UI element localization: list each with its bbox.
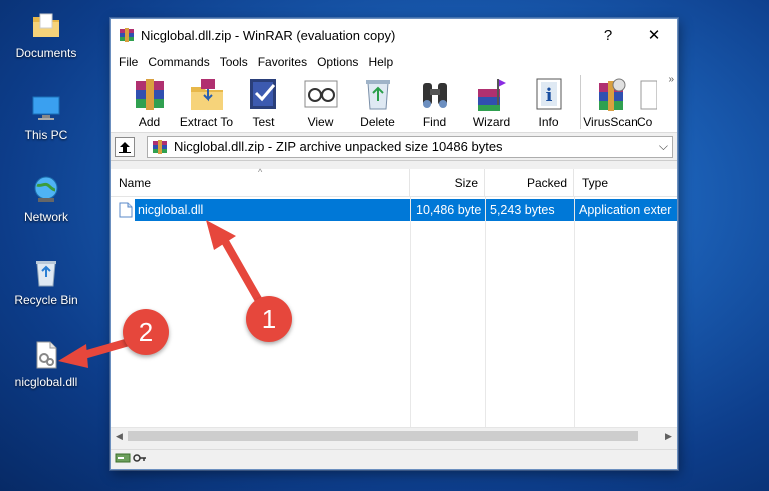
test-button[interactable]: Test <box>235 75 292 129</box>
menu-favorites[interactable]: Favorites <box>253 55 312 69</box>
file-packed-cell: 5,243 bytes <box>485 199 574 221</box>
menu-help[interactable]: Help <box>363 55 398 69</box>
extract-folder-icon <box>187 75 227 113</box>
find-button[interactable]: Find <box>406 75 463 129</box>
view-label: View <box>307 115 334 129</box>
key-icon <box>133 452 147 467</box>
view-glasses-icon <box>301 75 341 113</box>
dll-file-icon <box>30 339 62 371</box>
column-divider <box>574 197 575 427</box>
desktop-icon-label: nicglobal.dll <box>14 375 78 389</box>
table-row[interactable]: nicglobal.dll 10,486 byte 5,243 bytes Ap… <box>111 199 677 221</box>
title-bar[interactable]: Nicglobal.dll.zip - WinRAR (evaluation c… <box>111 19 677 51</box>
view-button[interactable]: View <box>292 75 349 129</box>
virusscan-label: VirusScan <box>583 115 638 129</box>
column-divider <box>410 197 411 427</box>
delete-bin-icon <box>358 75 398 113</box>
info-button[interactable]: i Info <box>520 75 577 129</box>
wizard-button[interactable]: Wizard <box>463 75 520 129</box>
column-header-size[interactable]: Size <box>410 169 485 196</box>
desktop-icon-nicglobal-dll[interactable]: nicglobal.dll <box>1 339 91 389</box>
virus-scan-icon <box>591 75 631 113</box>
file-name-text: nicglobal.dll <box>135 199 410 221</box>
desktop-icon-documents[interactable]: Documents <box>1 10 91 60</box>
find-binoculars-icon <box>415 75 455 113</box>
status-bar <box>111 449 677 469</box>
window-title: Nicglobal.dll.zip - WinRAR (evaluation c… <box>141 27 396 43</box>
column-divider <box>485 197 486 427</box>
scrollbar-track[interactable] <box>128 428 660 444</box>
find-label: Find <box>422 115 447 129</box>
desktop-icon-label: Documents <box>15 46 77 60</box>
wizard-label: Wizard <box>472 115 511 129</box>
archive-path-field[interactable]: Nicglobal.dll.zip - ZIP archive unpacked… <box>147 135 673 158</box>
file-list: ^ Name Size Packed Type nicglobal.dll 10… <box>111 167 677 427</box>
virusscan-button[interactable]: VirusScan <box>580 75 638 129</box>
comment-label: Co <box>637 115 653 129</box>
up-arrow-icon <box>119 141 131 153</box>
computer-icon <box>30 92 62 124</box>
column-header-packed[interactable]: Packed <box>485 169 574 196</box>
desktop-icon-label: Recycle Bin <box>14 293 78 307</box>
file-size-cell: 10,486 byte <box>410 199 485 221</box>
menu-tools[interactable]: Tools <box>215 55 253 69</box>
desktop-icon-recycle-bin[interactable]: Recycle Bin <box>1 257 91 307</box>
desktop-icon-label: This PC <box>24 128 68 142</box>
add-label: Add <box>138 115 161 129</box>
menu-bar: File Commands Tools Favorites Options He… <box>111 51 677 73</box>
winrar-app-icon <box>119 27 135 43</box>
menu-file[interactable]: File <box>114 55 143 69</box>
address-bar: Nicglobal.dll.zip - ZIP archive unpacked… <box>111 133 677 161</box>
archive-path-text: Nicglobal.dll.zip - ZIP archive unpacked… <box>174 139 503 154</box>
file-name-cell: nicglobal.dll <box>111 199 410 221</box>
desktop-icon-this-pc[interactable]: This PC <box>1 92 91 142</box>
info-icon: i <box>529 75 569 113</box>
delete-button[interactable]: Delete <box>349 75 406 129</box>
menu-commands[interactable]: Commands <box>143 55 214 69</box>
delete-label: Delete <box>360 115 395 129</box>
add-archive-icon <box>130 75 170 113</box>
horizontal-scrollbar[interactable]: ◀ ▶ <box>111 427 677 444</box>
zip-archive-icon <box>152 139 168 155</box>
up-folder-button[interactable] <box>115 136 135 157</box>
scroll-left-arrow-icon[interactable]: ◀ <box>111 428 128 445</box>
help-button[interactable]: ? <box>585 19 631 51</box>
step-badge-1: 1 <box>246 296 292 342</box>
toolbar: Add Extract To Test View Delete Find Wiz… <box>111 73 677 133</box>
extract-to-button[interactable]: Extract To <box>178 75 235 129</box>
column-header-type[interactable]: Type <box>574 169 677 196</box>
column-headers: ^ Name Size Packed Type <box>111 167 677 197</box>
toolbar-overflow-chevron-icon[interactable]: » <box>668 74 674 85</box>
network-globe-icon <box>30 174 62 206</box>
desktop-icon-label: Network <box>23 210 68 224</box>
step-badge-2: 2 <box>123 309 169 355</box>
scrollbar-thumb[interactable] <box>128 431 638 441</box>
scroll-right-arrow-icon[interactable]: ▶ <box>660 428 677 445</box>
recycle-bin-icon <box>30 257 62 289</box>
comment-button[interactable]: Co <box>637 75 667 129</box>
folder-icon <box>30 10 62 42</box>
wizard-icon <box>472 75 512 113</box>
add-button[interactable]: Add <box>121 75 178 129</box>
menu-options[interactable]: Options <box>312 55 363 69</box>
svg-text:i: i <box>545 85 552 106</box>
drive-icon <box>115 452 131 467</box>
file-type-cell: Application exter <box>574 199 677 221</box>
desktop-icon-network[interactable]: Network <box>1 174 91 224</box>
close-button[interactable]: ✕ <box>631 19 677 51</box>
info-label: Info <box>538 115 559 129</box>
dll-file-icon <box>119 202 133 218</box>
test-label: Test <box>252 115 275 129</box>
winrar-window: Nicglobal.dll.zip - WinRAR (evaluation c… <box>110 18 678 470</box>
sort-ascending-icon: ^ <box>258 167 263 177</box>
extract-to-label: Extract To <box>179 115 234 129</box>
test-check-icon <box>244 75 284 113</box>
chevron-down-icon[interactable]: ⌵ <box>659 139 668 154</box>
comment-icon <box>637 75 658 113</box>
